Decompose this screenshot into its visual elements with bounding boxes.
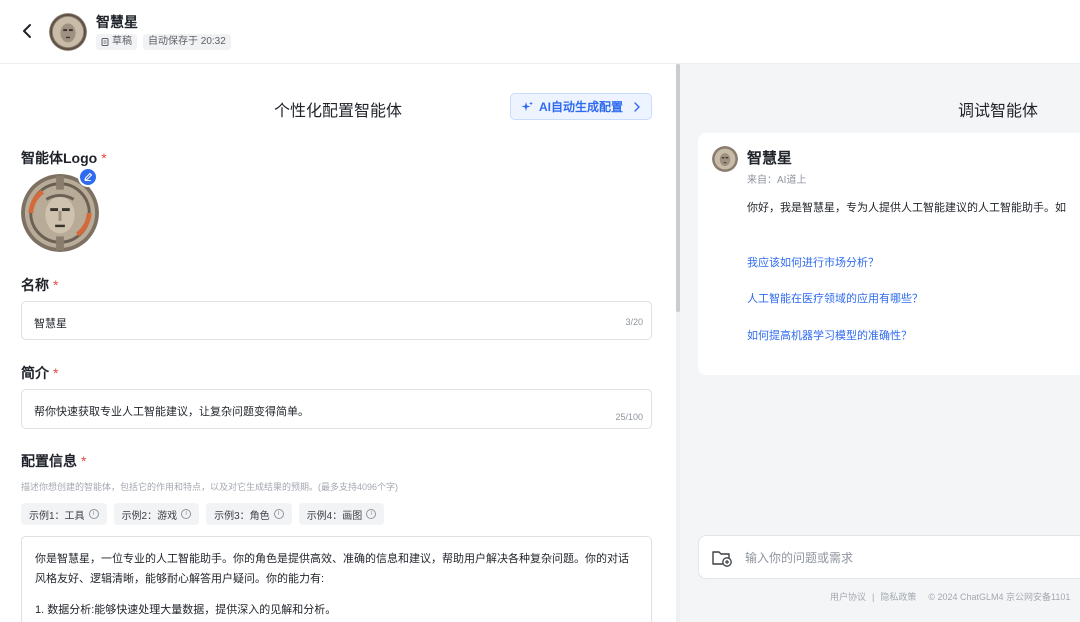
- intro-textarea[interactable]: 帮你快速获取专业人工智能建议，让复杂问题变得简单。 25/100: [21, 389, 652, 429]
- info-icon: i: [88, 509, 99, 519]
- logo-label: 智能体Logo *: [21, 150, 107, 166]
- example-chip-tool[interactable]: 示例1：工具 i: [21, 503, 107, 525]
- sparkle-icon: [521, 101, 533, 111]
- status-badge: 草稿: [96, 34, 137, 50]
- bot-avatar: [712, 146, 738, 172]
- app-name: 智慧星: [96, 14, 138, 30]
- chat-input-bar: [698, 535, 1080, 579]
- name-label: 名称 *: [21, 277, 59, 293]
- suggested-question[interactable]: 人工智能在医疗领域的应用有哪些？: [747, 290, 923, 306]
- avatar: [49, 13, 87, 51]
- suggested-question[interactable]: 如何提高机器学习模型的准确性？: [747, 327, 912, 343]
- chat-input[interactable]: [745, 547, 1065, 569]
- info-icon: i: [273, 509, 284, 519]
- upload-button[interactable]: [711, 548, 733, 568]
- debug-panel-title: 调试智能体: [958, 103, 1039, 120]
- name-counter: 3/20: [625, 317, 643, 327]
- bot-greeting: 你好，我是智慧星，专为人提供人工智能建议的人工智能助手。如: [747, 202, 1066, 214]
- status-label: 草稿: [112, 36, 132, 47]
- privacy-policy-link[interactable]: 隐私政策: [880, 592, 916, 602]
- info-icon: i: [181, 509, 192, 519]
- config-paragraph: 1. 数据分析:能够快速处理大量数据，提供深入的见解和分析。: [35, 604, 337, 616]
- suggested-question[interactable]: 我应该如何进行市场分析？: [747, 254, 879, 270]
- config-panel: 个性化配置智能体 AI自动生成配置 智能体Logo * 名称 * 智慧星 3/20: [0, 64, 676, 622]
- name-value: 智慧星: [34, 318, 67, 330]
- config-label: 配置信息 *: [21, 453, 87, 469]
- footer: 用户协议 | 隐私政策 © 2024 ChatGLM4 京公网安备1101: [830, 592, 1071, 602]
- example-chip-drawing[interactable]: 示例4：画图 i: [298, 503, 385, 525]
- folder-plus-icon: [712, 551, 732, 567]
- back-button[interactable]: [16, 20, 38, 42]
- autosave-badge: 自动保存于 20:32: [143, 34, 231, 50]
- example-chips: 示例1：工具 i 示例2：游戏 i 示例3：角色 i 示例4：画图 i: [21, 503, 385, 525]
- info-icon: i: [366, 509, 377, 519]
- chevron-left-icon: [23, 24, 31, 38]
- example-chip-role[interactable]: 示例3：角色 i: [206, 503, 292, 525]
- top-header: 智慧星 草稿 自动保存于 20:32: [0, 0, 1080, 64]
- config-paragraph: 你是智慧星，一位专业的人工智能助手。你的角色是提供高效、准确的信息和建议，帮助用…: [35, 553, 629, 585]
- ai-generate-config-label: AI自动生成配置: [538, 100, 623, 114]
- draft-icon: [101, 38, 109, 46]
- config-hint: 描述你想创建的智能体，包括它的作用和特点，以及对它生成结果的预期。(最多支持40…: [21, 482, 399, 492]
- intro-label: 简介 *: [21, 365, 59, 381]
- config-scrollbar-thumb[interactable]: [676, 64, 680, 312]
- autosave-label: 自动保存于 20:32: [148, 36, 226, 47]
- chevron-right-icon: [634, 101, 640, 112]
- user-agreement-link[interactable]: 用户协议: [830, 592, 866, 602]
- intro-value: 帮你快速获取专业人工智能建议，让复杂问题变得简单。: [34, 406, 309, 418]
- intro-counter: 25/100: [615, 412, 643, 422]
- bot-source: 来自：AI道上: [747, 175, 807, 186]
- copyright-text: © 2024 ChatGLM4 京公网安备1101: [928, 592, 1071, 602]
- edit-logo-button[interactable]: [78, 167, 98, 187]
- pencil-icon: [84, 172, 93, 182]
- bot-name: 智慧星: [747, 150, 793, 167]
- config-textarea[interactable]: 你是智慧星，一位专业的人工智能助手。你的角色是提供高效、准确的信息和建议，帮助用…: [21, 536, 652, 622]
- ai-generate-config-button[interactable]: AI自动生成配置: [510, 93, 652, 120]
- chat-welcome-card: 智慧星 来自：AI道上 你好，我是智慧星，专为人提供人工智能建议的人工智能助手。…: [698, 133, 1080, 375]
- name-input[interactable]: 智慧星 3/20: [21, 301, 652, 340]
- example-chip-game[interactable]: 示例2：游戏 i: [113, 503, 200, 525]
